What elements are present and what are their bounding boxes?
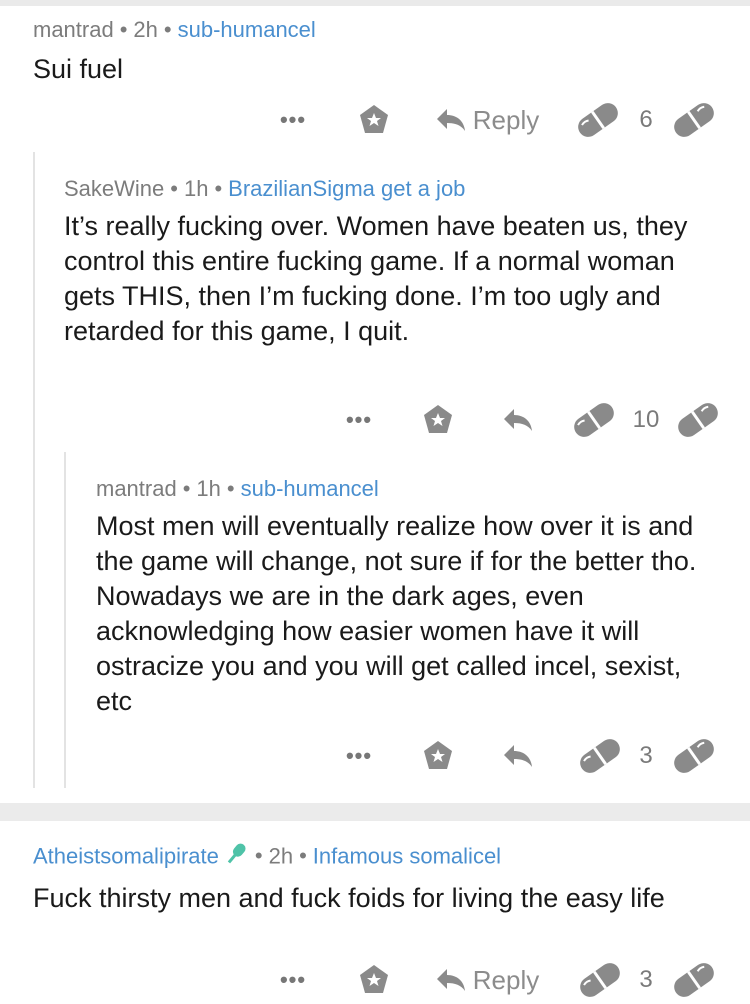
downvote-button[interactable]: [668, 98, 720, 142]
user-flair: Infamous somalicel: [312, 843, 502, 869]
more-options-button[interactable]: •••: [344, 734, 374, 778]
user-flair: sub-humancel: [177, 17, 316, 42]
reply-button[interactable]: Reply: [432, 98, 542, 142]
comment-actions: ••• Reply 6: [0, 98, 750, 142]
downvote-button[interactable]: [668, 734, 720, 778]
reply-button[interactable]: [498, 398, 538, 442]
author-name[interactable]: SakeWine: [64, 176, 164, 201]
award-button[interactable]: [356, 102, 392, 138]
award-icon: [424, 405, 452, 433]
comment-4: Atheistsomalipirate • 2h • Infamous somalice…: [33, 842, 723, 916]
comment-body: Sui fuel: [33, 54, 124, 84]
comment-meta: mantrad • 2h • sub-humancel: [33, 17, 316, 42]
pill-upvote-icon: [580, 963, 620, 997]
comment-2: SakeWine • 1h • BrazilianSigma get a job It’…: [64, 175, 724, 349]
award-icon: [360, 965, 388, 993]
upvote-button[interactable]: [574, 734, 626, 778]
comment-1: mantrad • 2h • sub-humancel Sui fuel: [33, 16, 723, 87]
top-divider: [0, 0, 750, 6]
award-button[interactable]: [420, 738, 456, 774]
comment-meta: SakeWine • 1h • BrazilianSigma get a job: [64, 176, 466, 201]
author-name[interactable]: Atheistsomalipirate: [33, 843, 219, 868]
reply-arrow-icon: [504, 409, 532, 431]
pill-upvote-icon: [574, 403, 614, 437]
microphone-icon: [223, 842, 249, 873]
award-button[interactable]: [356, 962, 392, 998]
user-flair: sub-humancel: [240, 476, 379, 501]
comment-3: mantrad • 1h • sub-humancel Most men will ev…: [96, 475, 724, 719]
award-icon: [360, 105, 388, 133]
comment-age: 2h: [133, 17, 158, 42]
comment-actions: ••• 3: [0, 734, 750, 778]
vote-score: 10: [632, 406, 660, 433]
reply-label: Reply: [472, 104, 540, 135]
comment-meta: mantrad • 1h • sub-humancel: [96, 476, 379, 501]
reply-arrow-icon: [436, 109, 465, 131]
pill-downvote-icon: [674, 739, 714, 773]
award-button[interactable]: [420, 402, 456, 438]
reply-label: Reply: [472, 964, 540, 995]
upvote-button[interactable]: [568, 398, 620, 442]
downvote-button[interactable]: [672, 398, 724, 442]
more-options-button[interactable]: •••: [344, 398, 374, 442]
upvote-button[interactable]: [574, 958, 626, 1002]
award-icon: [424, 741, 452, 769]
comment-body: Most men will eventually realize how ove…: [96, 511, 697, 716]
author-name[interactable]: mantrad: [33, 17, 114, 42]
comment-age: 2h: [268, 843, 294, 869]
comment-separator: [0, 803, 750, 821]
upvote-button[interactable]: [572, 98, 624, 142]
comment-age: 1h: [196, 476, 221, 501]
user-flair: BrazilianSigma get a job: [228, 176, 466, 201]
comment-actions: ••• Reply 3: [0, 958, 750, 1002]
pill-upvote-icon: [580, 739, 620, 773]
pill-downvote-icon: [678, 403, 718, 437]
thread-line[interactable]: [33, 152, 35, 788]
reply-arrow-icon: [436, 969, 465, 991]
reply-button[interactable]: Reply: [432, 958, 542, 1002]
comment-actions: ••• 10: [0, 398, 750, 442]
reply-button[interactable]: [498, 734, 538, 778]
comment-age: 1h: [183, 176, 209, 201]
pill-upvote-icon: [578, 103, 618, 137]
vote-score: 3: [639, 966, 653, 993]
comment-meta: Atheistsomalipirate • 2h • Infamous somalice…: [33, 842, 723, 873]
comment-body: Fuck thirsty men and fuck foids for livi…: [33, 883, 665, 913]
vote-score: 3: [639, 742, 653, 769]
author-name[interactable]: mantrad: [96, 476, 177, 501]
pill-downvote-icon: [674, 103, 714, 137]
downvote-button[interactable]: [668, 958, 720, 1002]
pill-downvote-icon: [674, 963, 714, 997]
vote-score: 6: [639, 106, 653, 133]
comment-body: It’s really fucking over. Women have bea…: [64, 211, 688, 346]
more-options-button[interactable]: •••: [278, 98, 308, 142]
more-options-button[interactable]: •••: [278, 958, 308, 1002]
reply-arrow-icon: [504, 745, 532, 767]
